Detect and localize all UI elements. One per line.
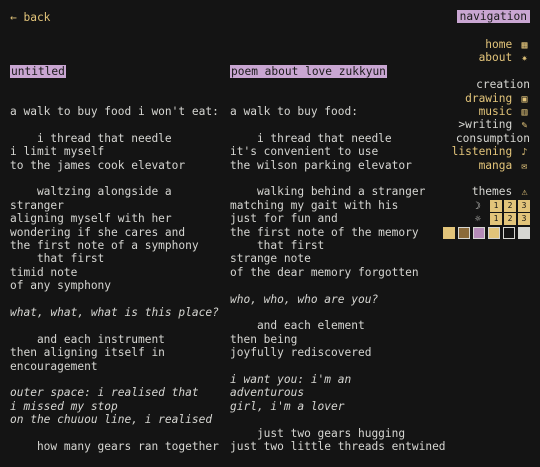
poem-line: the first note of the memory	[230, 225, 419, 239]
sidebar-item-manga[interactable]: manga ✉	[479, 159, 530, 172]
poem-line: that first	[230, 239, 325, 253]
poem-untitled: untitled a walk to buy food i won't eat:…	[10, 38, 225, 467]
poem-line: the first note of a symphony	[10, 239, 199, 253]
poem-line	[10, 427, 225, 440]
back-link[interactable]: ← back	[10, 11, 50, 24]
poem-line: i missed my stop	[10, 399, 118, 413]
poem-title: poem about love zukkyun	[230, 64, 387, 78]
poem-line	[10, 293, 225, 306]
poem-line: walking behind a stranger	[230, 185, 426, 199]
poem-line: to the james cook elevator	[10, 158, 186, 172]
poem-line: then being	[230, 332, 298, 346]
poem-line: and each element	[230, 319, 365, 333]
poem-line: girl, i'm a lover	[230, 399, 345, 413]
poem-line	[230, 279, 450, 292]
navigation-label: navigation	[456, 10, 530, 24]
theme-dark-1[interactable]: 1	[490, 199, 502, 212]
palette-swatch-1[interactable]	[458, 227, 470, 240]
poem-line: just for fun and	[230, 212, 338, 226]
poem-line: waltzing alongside a	[10, 185, 172, 199]
poem-line	[230, 306, 450, 319]
poem-line: encouragement	[10, 359, 98, 373]
sidebar-item-about[interactable]: about ✷	[479, 51, 530, 64]
poem-line	[230, 413, 450, 426]
envelope-icon: ✉	[521, 160, 528, 172]
piano-icon: ▥	[521, 106, 528, 118]
sidebar-item-listening[interactable]: listening ♪	[452, 145, 530, 158]
poem-line: that first	[10, 252, 105, 266]
poem-line: i limit myself	[10, 145, 105, 159]
section-creation: creation	[476, 78, 530, 92]
poem-line: i want you: i'm an	[230, 373, 352, 387]
poem-line: on the chuuou line, i realised	[10, 413, 213, 427]
home-icon: ▦	[521, 40, 528, 51]
theme-light-2[interactable]: 2	[504, 213, 516, 226]
palette-swatch-5[interactable]	[518, 227, 530, 240]
poem-line: just two gears hugging	[230, 426, 406, 440]
poem-line: wondering if she cares and	[10, 225, 186, 239]
theme-dark-2[interactable]: 2	[504, 199, 516, 212]
poem-line: a walk to buy food i won't eat:	[10, 105, 219, 119]
sidebar-item-home[interactable]: home ▦	[485, 38, 530, 51]
moon-icon: ☽	[474, 200, 481, 212]
poem-line: joyfully rediscovered	[230, 346, 372, 360]
poem-line: matching my gait with his	[230, 198, 399, 212]
sparkle-icon[interactable]	[443, 227, 455, 240]
theme-light-1[interactable]: 1	[490, 213, 502, 226]
poem-title: untitled	[10, 64, 66, 78]
sun-icon: ☼	[474, 214, 481, 226]
poem-line: of the dear memory forgotten	[230, 265, 419, 279]
poem-line: then aligning itself in	[10, 346, 165, 360]
section-consumption: consumption	[455, 131, 530, 145]
poem-line: aligning myself with her	[10, 212, 172, 226]
poem-line	[230, 118, 450, 131]
star-icon: ✷	[521, 53, 528, 65]
sidebar-item-drawing[interactable]: drawing ▣	[465, 92, 530, 105]
poem-line	[10, 373, 225, 386]
pen-icon: ✎	[521, 120, 528, 132]
palette-swatch-3[interactable]	[488, 227, 500, 240]
poem-line	[10, 319, 225, 332]
poem-line: strange note	[230, 252, 311, 266]
poem-line: it's convenient to use	[230, 145, 379, 159]
poem-line: i thread that needle	[230, 131, 392, 145]
poem-line: a walk to buy food:	[230, 105, 358, 119]
poem-line: how many gears ran together	[10, 440, 219, 454]
palette-swatch-2[interactable]	[473, 227, 485, 240]
sidebar-nav: home ▦ about ✷ creation drawing ▣ music …	[440, 38, 530, 240]
poem-line: of any symphony	[10, 279, 112, 293]
poem-line: just two little threads entwined	[230, 440, 446, 454]
poem-line: outer space: i realised that	[10, 386, 199, 400]
theme-dark-3[interactable]: 3	[518, 199, 530, 212]
section-themes: themes	[471, 185, 513, 199]
poem-line	[230, 172, 450, 185]
poem-line	[10, 172, 225, 185]
theme-light-3[interactable]: 3	[518, 213, 530, 226]
poem-line: and each instrument	[10, 332, 165, 346]
poem-line: what, what, what is this place?	[10, 306, 219, 320]
poem-line: stranger	[10, 198, 64, 212]
poem-love-zukkyun: poem about love zukkyun a walk to buy fo…	[230, 38, 450, 467]
poem-line	[10, 118, 225, 131]
sidebar-item-music[interactable]: music ▥	[479, 105, 530, 118]
palette-swatch-4[interactable]	[503, 227, 515, 240]
picture-icon: ▣	[521, 93, 528, 105]
music-note-icon: ♪	[521, 147, 528, 159]
poem-line: timid note	[10, 265, 78, 279]
poem-line: who, who, who are you?	[230, 292, 379, 306]
poem-line	[230, 360, 450, 373]
sidebar-item-writing[interactable]: >writing ✎	[458, 118, 530, 131]
poem-line: the wilson parking elevator	[230, 158, 412, 172]
poem-line: i thread that needle	[10, 131, 172, 145]
poem-line: adventurous	[230, 386, 305, 400]
warning-icon: ⚠	[521, 187, 528, 199]
